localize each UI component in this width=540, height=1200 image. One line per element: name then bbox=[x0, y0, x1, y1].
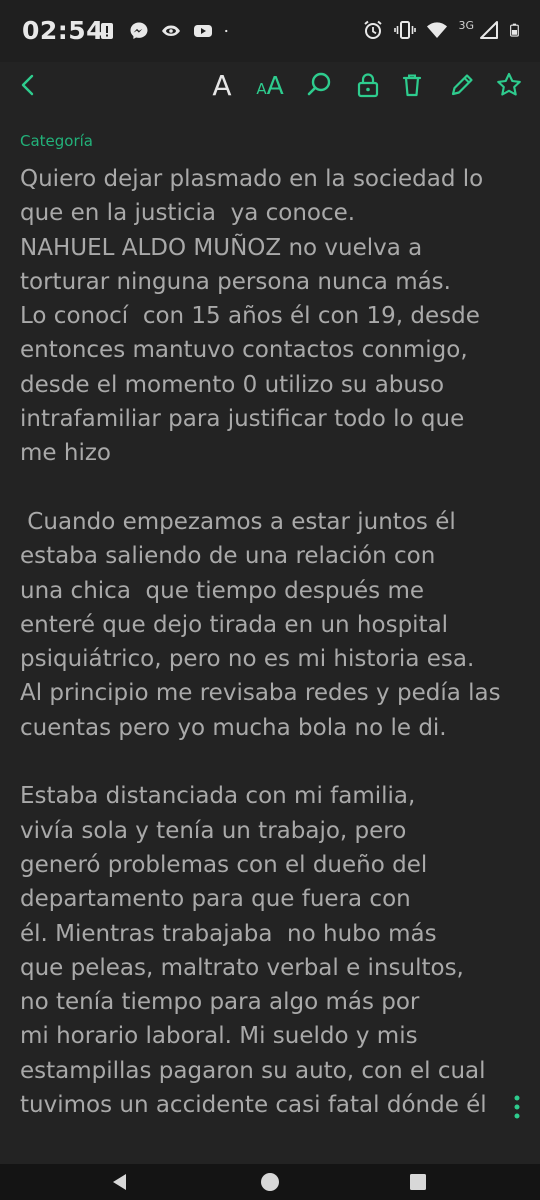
note-line: vivía sola y tenía un trabajo, pero bbox=[20, 817, 407, 844]
nav-home-icon bbox=[261, 1173, 279, 1191]
note-line: mi horario laboral. Mi sueldo y mis bbox=[20, 1023, 418, 1050]
alarm-icon bbox=[364, 20, 383, 39]
back-button[interactable] bbox=[8, 62, 48, 108]
system-icons: 3G bbox=[362, 16, 524, 44]
note-line: enteré que dejo tirada en un hospital bbox=[20, 611, 449, 638]
note-line: torturar ninguna persona nunca más. bbox=[20, 268, 451, 295]
navigation-bar bbox=[0, 1164, 540, 1200]
note-line: Quiero dejar plasmado en la sociedad lo bbox=[20, 166, 484, 192]
note-line: él. Mientras trabajaba no hubo más bbox=[20, 920, 437, 947]
note-line: departamento para que fuera con bbox=[20, 886, 411, 913]
signal-icon bbox=[480, 21, 498, 39]
youtube-icon bbox=[194, 25, 212, 37]
nav-back-button[interactable] bbox=[96, 1164, 144, 1200]
note-line bbox=[20, 745, 520, 779]
nav-back-icon bbox=[113, 1174, 126, 1190]
note-line: que peleas, maltrato verbal e insultos, bbox=[20, 954, 464, 981]
eye-icon bbox=[162, 25, 180, 36]
status-bar: 02:54 3G bbox=[0, 0, 540, 62]
note-line: no tenía tiempo para algo más por bbox=[20, 989, 420, 1016]
note-line: desde el momento 0 utilizo su abuso bbox=[20, 371, 445, 398]
font-icon: A bbox=[212, 68, 232, 102]
note-line: Cuando empezamos a estar juntos él bbox=[20, 508, 456, 535]
star-icon bbox=[497, 72, 521, 96]
status-time: 02:54 bbox=[22, 16, 105, 45]
note-line: que en la justicia ya conoce. bbox=[20, 200, 356, 227]
back-icon bbox=[21, 74, 34, 96]
search-icon bbox=[307, 72, 331, 96]
font-size-icon: AA bbox=[256, 71, 283, 100]
note-line: generó problemas con el dueño del bbox=[20, 851, 428, 878]
vibrate-icon bbox=[394, 21, 417, 39]
nav-recents-button[interactable] bbox=[394, 1164, 442, 1200]
note-line: cuentas pero yo mucha bola no le di. bbox=[20, 714, 447, 741]
battery-icon bbox=[510, 23, 519, 37]
lock-button[interactable] bbox=[348, 62, 388, 108]
note-line: intrafamiliar para justificar todo lo qu… bbox=[20, 406, 465, 433]
dot-icon bbox=[225, 29, 228, 33]
nav-recents-icon bbox=[410, 1174, 426, 1190]
edit-icon bbox=[451, 74, 473, 96]
font-size-button[interactable]: AA bbox=[248, 62, 292, 108]
note-line: Estaba distanciada con mi familia, bbox=[20, 783, 416, 810]
note-screen: 02:54 3G A AA Categoría Quiero dejar pla… bbox=[0, 0, 540, 1200]
network-type-label: 3G bbox=[458, 18, 474, 32]
nav-home-button[interactable] bbox=[246, 1164, 294, 1200]
note-line: NAHUEL ALDO MUÑOZ no vuelva a bbox=[20, 234, 423, 261]
font-size-big-label: A bbox=[266, 70, 284, 100]
search-button[interactable] bbox=[299, 62, 339, 108]
font-button[interactable]: A bbox=[202, 62, 242, 108]
note-line: una chica que tiempo después me bbox=[20, 577, 425, 604]
alert-icon bbox=[101, 23, 113, 39]
note-body-text[interactable]: Quiero dejar plasmado en la sociedad lo q… bbox=[20, 162, 520, 1164]
delete-button[interactable] bbox=[392, 62, 432, 108]
wifi-icon bbox=[427, 22, 448, 38]
edit-button[interactable] bbox=[442, 62, 482, 108]
note-line: tuvimos un accidente casi fatal dónde él bbox=[20, 1092, 487, 1119]
favorite-button[interactable] bbox=[489, 62, 529, 108]
more-options-icon[interactable] bbox=[512, 1094, 522, 1120]
note-line bbox=[20, 471, 520, 505]
note-line: estaba saliendo de una relación con bbox=[20, 543, 436, 570]
note-line: Al principio me revisaba redes y pedía l… bbox=[20, 680, 501, 707]
note-category[interactable]: Categoría bbox=[20, 132, 93, 150]
font-size-small-label: A bbox=[256, 79, 267, 98]
note-line: me hizo bbox=[20, 440, 111, 467]
note-line: entonces mantuvo contactos conmigo, bbox=[20, 337, 468, 364]
note-line: Lo conocí con 15 años él con 19, desde bbox=[20, 303, 480, 330]
trash-icon bbox=[402, 74, 422, 97]
note-line: estampillas pagaron su auto, con el cual bbox=[20, 1057, 486, 1084]
messenger-icon bbox=[130, 22, 148, 39]
lock-icon bbox=[357, 73, 379, 98]
note-line: psiquiátrico, pero no es mi historia esa… bbox=[20, 646, 475, 673]
notification-icons bbox=[96, 18, 234, 44]
note-toolbar: A AA bbox=[0, 62, 540, 108]
